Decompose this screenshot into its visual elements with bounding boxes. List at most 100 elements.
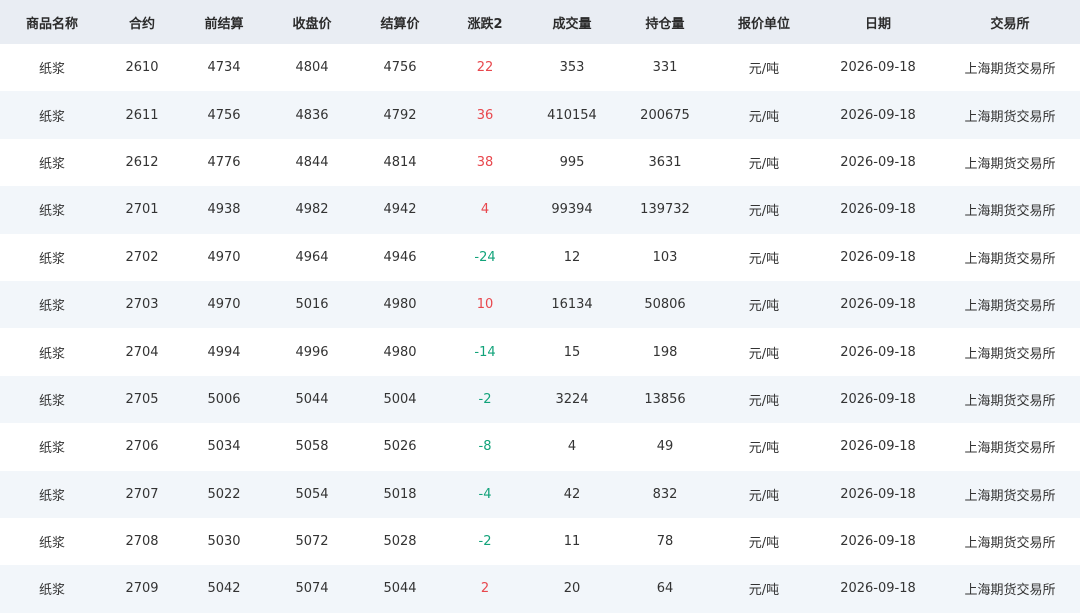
cell-prev-settlement: 5034 <box>207 439 241 455</box>
table-row[interactable]: 纸浆 2707 5022 5054 5018 -4 42 832 元/吨 2026-09-18 上海… <box>0 470 1080 518</box>
table-row[interactable]: 纸浆 2706 5034 5058 5026 -8 4 49 元/吨 2026-09-18 上海期货… <box>0 423 1080 471</box>
table-row[interactable]: 纸浆 2709 5042 5074 5044 2 20 64 元/吨 2026-09-18 上海期货… <box>0 565 1080 613</box>
cell-prev-settlement: 4734 <box>207 60 241 76</box>
header-open-interest[interactable]: 持仓量 <box>618 0 712 44</box>
cell-quote-unit: 元/吨 <box>748 109 780 125</box>
header-change[interactable]: 涨跌2 <box>444 0 526 44</box>
cell-change: 10 <box>476 297 494 313</box>
cell-settlement-price: 5004 <box>383 391 417 407</box>
header-quote-unit[interactable]: 报价单位 <box>712 0 816 44</box>
cell-contract: 2701 <box>125 202 159 218</box>
header-exchange[interactable]: 交易所 <box>940 0 1080 44</box>
cell-date: 2026-09-18 <box>840 534 916 550</box>
cell-exchange: 上海期货交易所 <box>964 251 1056 267</box>
cell-exchange: 上海期货交易所 <box>964 488 1056 504</box>
cell-prev-settlement: 4938 <box>207 202 241 218</box>
table-row[interactable]: 纸浆 2704 4994 4996 4980 -14 15 198 元/吨 2026-09-18 上… <box>0 328 1080 376</box>
cell-date: 2026-09-18 <box>840 391 916 407</box>
header-settlement-price[interactable]: 结算价 <box>356 0 444 44</box>
cell-settlement-price: 5018 <box>383 486 417 502</box>
cell-prev-settlement: 5042 <box>207 581 241 597</box>
cell-volume: 42 <box>563 486 581 502</box>
cell-exchange: 上海期货交易所 <box>964 441 1056 457</box>
cell-change: -24 <box>474 249 496 265</box>
cell-close-price: 4982 <box>295 202 329 218</box>
cell-open-interest: 13856 <box>644 391 686 407</box>
cell-open-interest: 49 <box>656 439 674 455</box>
cell-volume: 20 <box>563 581 581 597</box>
cell-change: 22 <box>476 60 494 76</box>
table-row[interactable]: 纸浆 2611 4756 4836 4792 36 410154 200675 元/吨 2026-… <box>0 91 1080 139</box>
cell-close-price: 5072 <box>295 534 329 550</box>
cell-product-name: 纸浆 <box>38 251 65 267</box>
cell-date: 2026-09-18 <box>840 249 916 265</box>
cell-close-price: 4964 <box>295 249 329 265</box>
cell-contract: 2708 <box>125 534 159 550</box>
cell-volume: 410154 <box>547 107 597 123</box>
cell-open-interest: 3631 <box>648 154 682 170</box>
header-contract[interactable]: 合约 <box>104 0 180 44</box>
cell-exchange: 上海期货交易所 <box>964 536 1056 552</box>
cell-exchange: 上海期货交易所 <box>964 156 1056 172</box>
cell-prev-settlement: 4970 <box>207 249 241 265</box>
cell-date: 2026-09-18 <box>840 202 916 218</box>
cell-change: 38 <box>476 154 494 170</box>
cell-close-price: 5016 <box>295 297 329 313</box>
cell-contract: 2709 <box>125 581 159 597</box>
header-date[interactable]: 日期 <box>816 0 940 44</box>
cell-settlement-price: 4946 <box>383 249 417 265</box>
cell-settlement-price: 5028 <box>383 534 417 550</box>
table-row[interactable]: 纸浆 2702 4970 4964 4946 -24 12 103 元/吨 2026-09-18 上… <box>0 233 1080 281</box>
cell-exchange: 上海期货交易所 <box>964 583 1056 599</box>
cell-product-name: 纸浆 <box>38 441 65 457</box>
cell-quote-unit: 元/吨 <box>748 299 780 315</box>
cell-quote-unit: 元/吨 <box>748 251 780 267</box>
cell-product-name: 纸浆 <box>38 109 65 125</box>
cell-close-price: 5074 <box>295 581 329 597</box>
cell-quote-unit: 元/吨 <box>748 441 780 457</box>
table-row[interactable]: 纸浆 2705 5006 5044 5004 -2 3224 13856 元/吨 2026-09-… <box>0 375 1080 424</box>
header-prev-settlement[interactable]: 前结算 <box>180 0 268 44</box>
cell-settlement-price: 4814 <box>383 154 417 170</box>
cell-change: -14 <box>474 344 496 360</box>
cell-volume: 11 <box>563 534 581 550</box>
cell-exchange: 上海期货交易所 <box>964 109 1056 125</box>
cell-contract: 2702 <box>125 249 159 265</box>
cell-close-price: 5058 <box>295 439 329 455</box>
cell-change: -8 <box>478 439 492 455</box>
cell-contract: 2707 <box>125 486 159 502</box>
header-close-price[interactable]: 收盘价 <box>268 0 356 44</box>
cell-prev-settlement: 5006 <box>207 391 241 407</box>
table-row[interactable]: 纸浆 2701 4938 4982 4942 4 99394 139732 元/吨 2026-09… <box>0 186 1080 234</box>
cell-product-name: 纸浆 <box>38 583 65 599</box>
cell-volume: 99394 <box>551 202 593 218</box>
cell-open-interest: 331 <box>652 60 678 76</box>
cell-settlement-price: 4756 <box>383 60 417 76</box>
cell-open-interest: 832 <box>652 486 678 502</box>
cell-quote-unit: 元/吨 <box>748 156 780 172</box>
cell-quote-unit: 元/吨 <box>748 346 780 362</box>
table-row[interactable]: 纸浆 2708 5030 5072 5028 -2 11 78 元/吨 2026-09-18 上海期… <box>0 517 1080 566</box>
cell-date: 2026-09-18 <box>840 60 916 76</box>
cell-settlement-price: 5026 <box>383 439 417 455</box>
cell-volume: 4 <box>567 439 577 455</box>
cell-product-name: 纸浆 <box>38 156 65 172</box>
table-header: 商品名称 合约 前结算 收盘价 结算价 涨跌2 成交量 持仓量 报价单位 日期 … <box>0 0 1080 44</box>
table-row[interactable]: 纸浆 2610 4734 4804 4756 22 353 331 元/吨 2026-09-18 上… <box>0 44 1080 92</box>
header-product-name[interactable]: 商品名称 <box>0 0 104 44</box>
table-body: 纸浆 2610 4734 4804 4756 22 353 331 元/吨 2026-09-18 上… <box>0 44 1080 613</box>
table-row[interactable]: 纸浆 2612 4776 4844 4814 38 995 3631 元/吨 2026-09-18… <box>0 138 1080 187</box>
cell-volume: 995 <box>559 154 585 170</box>
cell-open-interest: 139732 <box>640 202 690 218</box>
header-volume[interactable]: 成交量 <box>526 0 618 44</box>
cell-product-name: 纸浆 <box>38 536 65 552</box>
cell-date: 2026-09-18 <box>840 581 916 597</box>
cell-volume: 3224 <box>555 391 589 407</box>
cell-change: -4 <box>478 486 492 502</box>
header-row: 商品名称 合约 前结算 收盘价 结算价 涨跌2 成交量 持仓量 报价单位 日期 … <box>0 0 1080 44</box>
cell-close-price: 5044 <box>295 391 329 407</box>
table-row[interactable]: 纸浆 2703 4970 5016 4980 10 16134 50806 元/吨 2026-09… <box>0 280 1080 329</box>
cell-settlement-price: 4980 <box>383 344 417 360</box>
cell-date: 2026-09-18 <box>840 439 916 455</box>
cell-date: 2026-09-18 <box>840 107 916 123</box>
